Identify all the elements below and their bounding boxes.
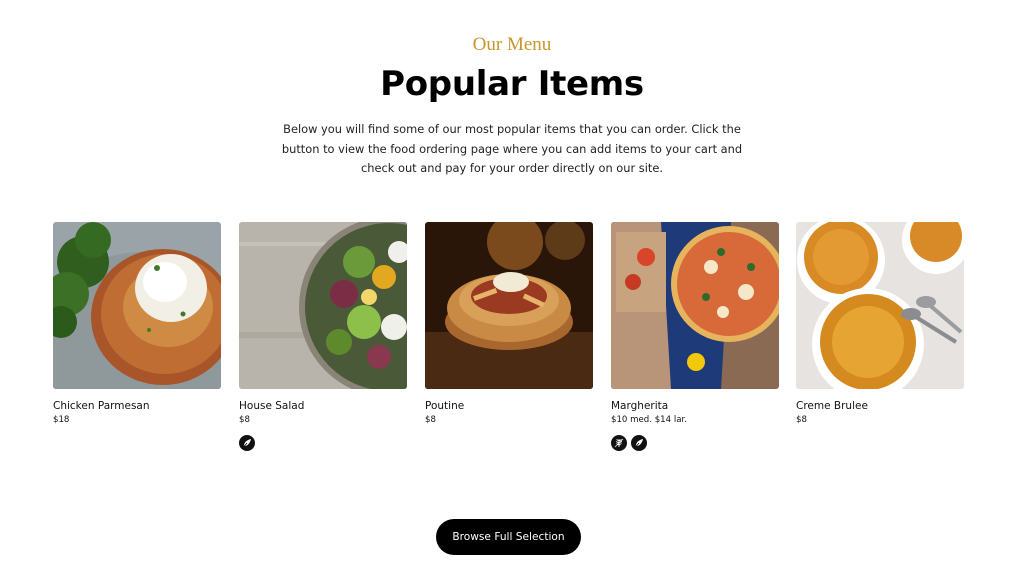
menu-grid: Chicken Parmesan $18 House Salad $8 Pout… <box>53 222 964 462</box>
menu-card[interactable]: House Salad $8 <box>239 222 407 451</box>
menu-item-price: $18 <box>53 415 70 425</box>
menu-item-price: $8 <box>239 415 250 425</box>
menu-card[interactable]: Poutine $8 <box>425 222 593 425</box>
poutine-photo <box>425 222 593 389</box>
wheat-icon <box>611 435 627 451</box>
menu-item-image[interactable] <box>425 222 593 389</box>
creme-brulee-photo <box>796 222 964 389</box>
dietary-badges <box>239 435 407 451</box>
menu-item-image[interactable] <box>611 222 779 389</box>
margherita-photo <box>611 222 779 389</box>
browse-full-selection-button[interactable]: Browse Full Selection <box>436 519 581 555</box>
chicken-parmesan-photo <box>53 222 221 389</box>
menu-card[interactable]: Creme Brulee $8 <box>796 222 964 425</box>
menu-item-image[interactable] <box>239 222 407 389</box>
menu-item-price: $10 med. $14 lar. <box>611 415 687 425</box>
menu-item-name[interactable]: House Salad <box>239 400 407 412</box>
leaf-icon <box>239 435 255 451</box>
dietary-badges <box>611 435 779 451</box>
menu-item-name[interactable]: Poutine <box>425 400 593 412</box>
menu-item-name[interactable]: Chicken Parmesan <box>53 400 221 412</box>
house-salad-photo <box>239 222 407 389</box>
menu-item-image[interactable] <box>53 222 221 389</box>
menu-item-name[interactable]: Creme Brulee <box>796 400 964 412</box>
section-intro: Below you will find some of our most pop… <box>281 122 743 175</box>
section-eyebrow: Our Menu <box>472 34 552 55</box>
menu-item-price: $8 <box>796 415 807 425</box>
menu-item-image[interactable] <box>796 222 964 389</box>
menu-card[interactable]: Margherita $10 med. $14 lar. <box>611 222 779 451</box>
menu-item-name[interactable]: Margherita <box>611 400 779 412</box>
leaf-icon <box>631 435 647 451</box>
menu-item-price: $8 <box>425 415 436 425</box>
menu-card[interactable]: Chicken Parmesan $18 <box>53 222 221 425</box>
page-title: Popular Items <box>380 64 644 104</box>
